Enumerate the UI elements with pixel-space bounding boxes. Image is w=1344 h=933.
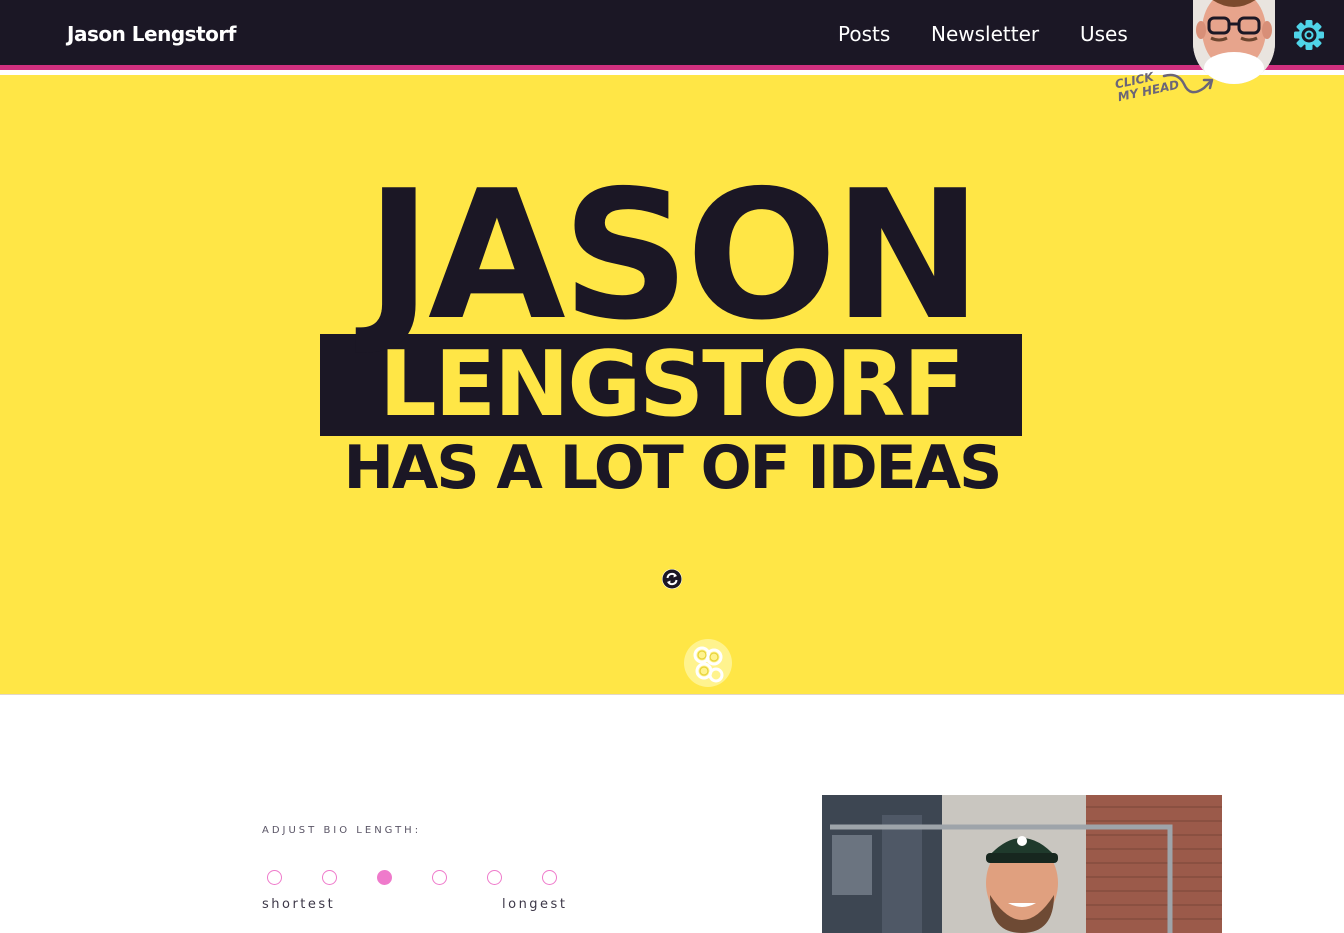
bio-length-min-label: shortest — [262, 897, 336, 912]
gear-icon — [1294, 20, 1324, 50]
bio-length-label: ADJUST BIO LENGTH: — [262, 825, 422, 836]
profile-photo-image — [822, 795, 1222, 933]
profile-photo — [822, 795, 1222, 933]
nav-posts[interactable]: Posts — [838, 22, 890, 46]
curved-arrow-icon — [1162, 73, 1214, 94]
nav-newsletter[interactable]: Newsletter — [931, 22, 1039, 46]
bio-length-max-label: longest — [502, 897, 568, 912]
sparkle-decoration-icon — [684, 639, 732, 687]
refresh-icon — [662, 569, 682, 589]
bio-length-option-5[interactable] — [487, 870, 502, 885]
hero-section: JASON LENGSTORF HAS A LOT OF IDEAS — [0, 75, 1344, 695]
bio-length-option-2[interactable] — [322, 870, 337, 885]
bio-length-option-1[interactable] — [267, 870, 282, 885]
bio-length-option-3[interactable] — [377, 870, 392, 885]
site-header: Jason Lengstorf Posts Newsletter Uses — [0, 0, 1344, 70]
hero-title-first-name: JASON — [365, 152, 982, 359]
hero-title-tagline: HAS A LOT OF IDEAS — [343, 433, 1003, 503]
settings-button[interactable] — [1292, 18, 1326, 52]
bio-length-option-6[interactable] — [542, 870, 557, 885]
bio-length-selector — [267, 870, 567, 886]
bio-length-option-4[interactable] — [432, 870, 447, 885]
refresh-tagline-button[interactable] — [662, 569, 682, 589]
main-nav: Posts Newsletter Uses — [0, 22, 1344, 52]
hero-title: JASON LENGSTORF HAS A LOT OF IDEAS — [320, 152, 1024, 503]
nav-uses[interactable]: Uses — [1080, 22, 1128, 46]
